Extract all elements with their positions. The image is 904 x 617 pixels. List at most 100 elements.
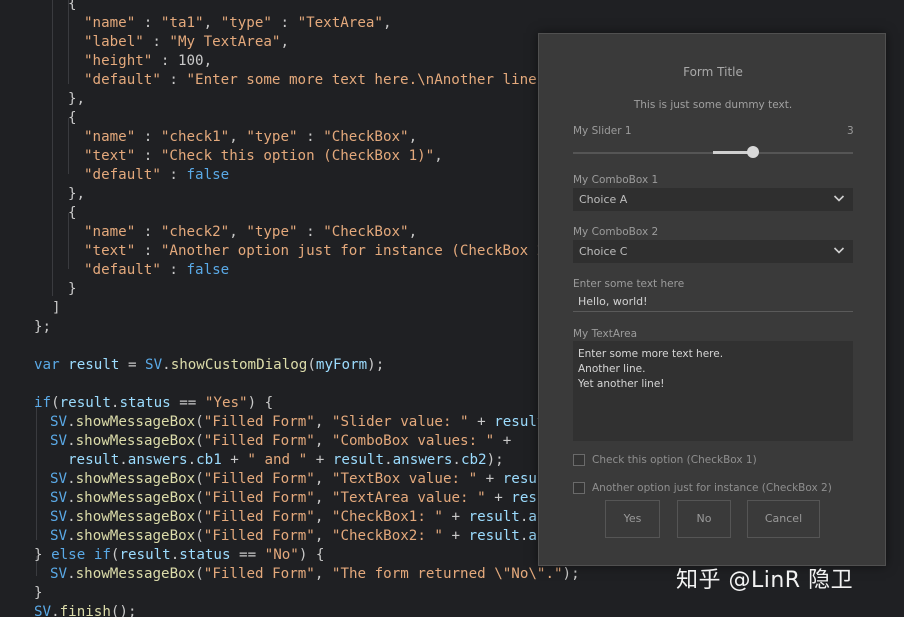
code-token: (); <box>110 604 137 617</box>
custom-dialog: Form Title This is just some dummy text.… <box>538 33 886 566</box>
code-token: "Check this option (CheckBox 1)" <box>160 148 435 164</box>
code-line: "text" : "Another option just for instan… <box>84 242 545 261</box>
code-token: SV <box>145 357 163 373</box>
code-token: ); <box>367 357 385 373</box>
code-token: "name" <box>84 224 136 240</box>
code-token: , <box>280 34 290 50</box>
code-token: { <box>68 0 77 12</box>
code-token: showMessageBox <box>75 433 196 449</box>
code-token: . <box>162 357 171 373</box>
code-token: + <box>442 509 469 525</box>
code-line: { <box>68 109 77 128</box>
code-token: : <box>160 262 187 278</box>
code-token: "default" <box>84 167 161 183</box>
slider-fill <box>713 151 751 154</box>
code-token: : <box>143 34 170 50</box>
code-token: "TextArea value: " <box>331 490 486 506</box>
code-token: , <box>314 490 332 506</box>
code-token: "Filled Form" <box>203 471 315 487</box>
dialog-title: Form Title <box>683 65 743 79</box>
checkbox2-label[interactable]: Another option just for instance (CheckB… <box>592 482 832 494</box>
code-token: cb1 <box>196 452 222 468</box>
code-token: . <box>67 528 76 544</box>
checkbox1[interactable] <box>573 454 585 466</box>
code-token: : <box>135 148 161 164</box>
code-line: "name" : "check1", "type" : "CheckBox", <box>84 128 417 147</box>
code-line: "default" : false <box>84 261 229 280</box>
code-token: : 100, <box>152 53 213 69</box>
code-token: + <box>494 433 512 449</box>
code-token: "Filled Form" <box>203 433 315 449</box>
combobox2[interactable]: Choice C <box>573 240 853 263</box>
chevron-down-icon <box>833 247 845 254</box>
code-token: . <box>170 547 180 563</box>
checkbox1-label[interactable]: Check this option (CheckBox 1) <box>592 454 757 466</box>
code-token: , <box>314 509 332 525</box>
slider-thumb[interactable] <box>747 146 759 158</box>
code-token: ( <box>195 414 204 430</box>
code-token: ] <box>52 300 61 316</box>
code-line: SV.showMessageBox("Filled Form", "CheckB… <box>50 527 545 546</box>
code-token: "ta1" <box>160 15 204 31</box>
code-token: = <box>119 357 146 373</box>
code-token: result <box>119 547 171 563</box>
code-token: myForm <box>315 357 368 373</box>
combobox1[interactable]: Choice A <box>573 188 853 211</box>
code-token: : <box>271 15 298 31</box>
code-token: , <box>314 566 332 582</box>
code-token: "Filled Form" <box>203 528 315 544</box>
code-token: : <box>135 15 161 31</box>
code-token: "Slider value: " <box>331 414 469 430</box>
code-token: + <box>442 528 469 544</box>
code-token: showMessageBox <box>75 471 196 487</box>
code-token: SV <box>50 471 68 487</box>
code-token: "text" <box>84 148 136 164</box>
code-token: else <box>51 547 86 563</box>
code-line: "text" : "Check this option (CheckBox 1)… <box>84 147 443 166</box>
textarea-input[interactable]: Enter some more text here. Another line.… <box>573 341 853 441</box>
code-token: "Enter some more text here.\nAnother lin… <box>186 72 546 88</box>
yes-button[interactable]: Yes <box>605 500 660 538</box>
no-button[interactable]: No <box>677 500 731 538</box>
code-token: "name" <box>84 129 136 145</box>
code-token: . <box>119 452 128 468</box>
code-token: "My TextArea" <box>169 34 281 50</box>
code-token: "default" <box>84 72 161 88</box>
code-token: "name" <box>84 15 136 31</box>
code-line: "default" : false <box>84 166 229 185</box>
code-token: . <box>67 433 76 449</box>
checkbox2[interactable] <box>573 482 585 494</box>
code-line: SV.showMessageBox("Filled Form", "The fo… <box>50 565 580 584</box>
code-token: " and " <box>247 452 308 468</box>
code-token: answers <box>392 452 453 468</box>
code-token: { <box>68 205 77 221</box>
code-line: SV.showMessageBox("Filled Form", "Slider… <box>50 413 545 432</box>
code-token: status <box>179 547 231 563</box>
code-token: status <box>119 395 171 411</box>
code-line: } <box>34 584 43 603</box>
indent-guide <box>52 0 53 296</box>
code-token: . <box>67 471 76 487</box>
chevron-down-icon <box>833 195 845 202</box>
textarea-label: My TextArea <box>573 328 638 340</box>
code-token: showMessageBox <box>75 414 196 430</box>
textbox-input[interactable]: Hello, world! <box>573 293 853 312</box>
code-token: + <box>485 490 512 506</box>
code-line: SV.showMessageBox("Filled Form", "TextAr… <box>50 489 545 508</box>
code-token: . <box>67 490 76 506</box>
code-token: showCustomDialog <box>170 357 308 373</box>
code-token: . <box>51 604 60 617</box>
code-token: } <box>68 281 77 297</box>
code-token: , <box>314 414 332 430</box>
cancel-button[interactable]: Cancel <box>747 500 820 538</box>
code-token: "height" <box>84 53 153 69</box>
code-token: ( <box>195 433 204 449</box>
code-token: : <box>160 72 187 88</box>
watermark-text: 知乎 @LinR 隐卫 <box>676 568 854 593</box>
code-token: result <box>59 395 111 411</box>
code-token: "type" <box>246 224 298 240</box>
code-token: . <box>384 452 393 468</box>
code-token: "text" <box>84 243 136 259</box>
code-token: SV <box>50 433 68 449</box>
